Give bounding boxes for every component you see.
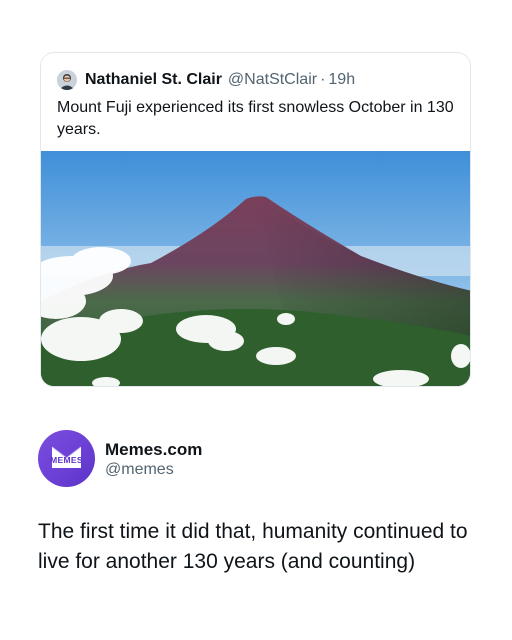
memes-avatar-icon[interactable]: MEMES [38, 430, 95, 487]
account-handle[interactable]: @memes [105, 461, 174, 479]
post-caption: The first time it did that, humanity con… [38, 520, 468, 573]
author-avatar-icon[interactable] [57, 70, 77, 90]
memes-logo-text: MEMES [50, 455, 83, 465]
tweet-header: Nathaniel St. Clair @NatStClair · 19h [57, 69, 355, 91]
author-handle[interactable]: @NatStClair [228, 71, 317, 89]
tweet-photo-mount-fuji[interactable] [41, 151, 470, 386]
quoted-tweet-card[interactable]: Nathaniel St. Clair @NatStClair · 19h Mo… [40, 52, 471, 387]
author-name[interactable]: Nathaniel St. Clair [85, 71, 222, 89]
separator-dot: · [320, 71, 326, 88]
tweet-timestamp[interactable]: 19h [328, 71, 355, 89]
account-name[interactable]: Memes.com [105, 440, 202, 460]
tweet-text: Mount Fuji experienced its first snowles… [57, 99, 454, 138]
